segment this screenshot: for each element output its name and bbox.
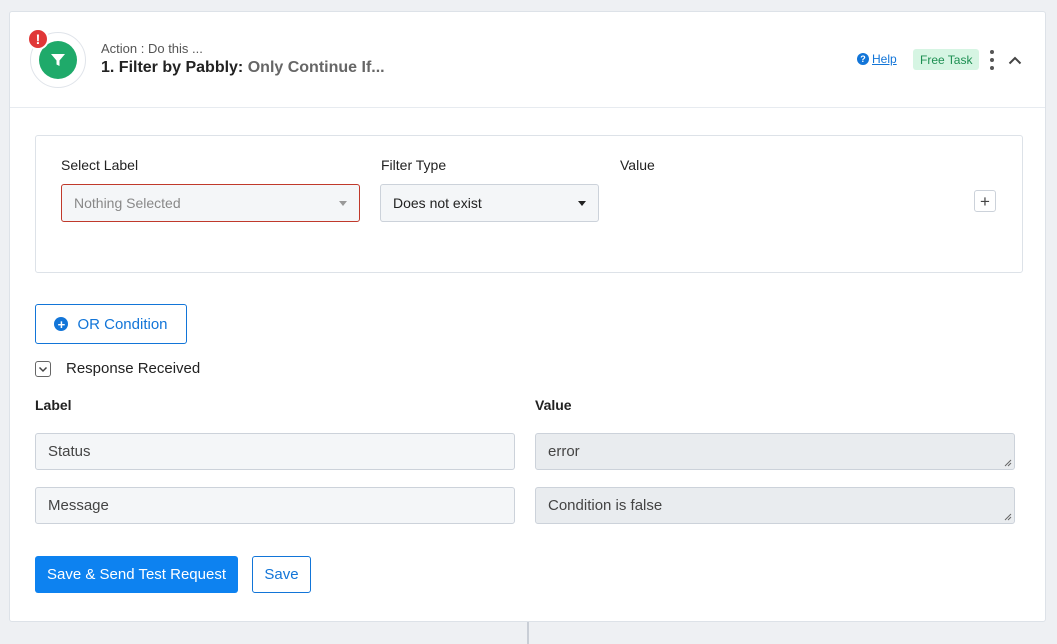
- step-title-event: Only Continue If...: [247, 59, 385, 76]
- action-label: Action : Do this ...: [101, 41, 203, 56]
- value-heading: Value: [620, 157, 655, 173]
- step-title-main: 1. Filter by Pabbly:: [101, 59, 244, 76]
- chevron-up-icon[interactable]: [1005, 50, 1025, 70]
- response-label-text: Status: [48, 443, 91, 460]
- action-step-card: ! Action : Do this ... 1. Filter by Pabb…: [9, 11, 1046, 622]
- plus-circle-icon: +: [54, 317, 69, 331]
- question-circle-icon: ?: [857, 53, 869, 65]
- select-label-value: Nothing Selected: [74, 195, 181, 211]
- filter-type-heading: Filter Type: [381, 157, 447, 173]
- filter-type-dropdown[interactable]: Does not exist: [380, 184, 599, 222]
- add-condition-button[interactable]: +: [974, 190, 996, 212]
- resize-grip-icon[interactable]: [1004, 459, 1012, 467]
- caret-down-icon: [339, 201, 347, 206]
- response-label-field[interactable]: Message: [35, 487, 515, 524]
- response-value-field[interactable]: Condition is false: [535, 487, 1015, 524]
- response-received-label: Response Received: [66, 360, 201, 377]
- response-label-field[interactable]: Status: [35, 433, 515, 470]
- response-value-text: error: [548, 443, 580, 460]
- chevron-down-icon[interactable]: [35, 361, 51, 377]
- select-label-heading: Select Label: [61, 157, 139, 173]
- response-label-text: Message: [48, 497, 109, 514]
- step-header[interactable]: ! Action : Do this ... 1. Filter by Pabb…: [10, 12, 1045, 108]
- exclamation-icon: !: [27, 28, 49, 50]
- select-label-dropdown[interactable]: Nothing Selected: [61, 184, 360, 222]
- kebab-menu-icon[interactable]: [987, 50, 997, 70]
- value-column-heading: Value: [535, 397, 572, 413]
- save-button[interactable]: Save: [252, 556, 311, 593]
- filter-condition-panel: Select Label Filter Type Value Nothing S…: [35, 135, 1023, 273]
- or-condition-button[interactable]: + OR Condition: [35, 304, 187, 344]
- help-label: Help: [872, 52, 897, 66]
- label-column-heading: Label: [35, 397, 72, 413]
- filter-type-value: Does not exist: [393, 195, 482, 211]
- resize-grip-icon[interactable]: [1004, 513, 1012, 521]
- or-condition-label: OR Condition: [77, 315, 168, 333]
- flow-connector-line: [527, 622, 529, 644]
- save-and-send-test-request-button[interactable]: Save & Send Test Request: [35, 556, 238, 593]
- response-value-field[interactable]: error: [535, 433, 1015, 470]
- caret-down-icon: [578, 201, 586, 206]
- help-link[interactable]: ? Help: [857, 52, 897, 66]
- step-title: 1. Filter by Pabbly: Only Continue If...: [101, 59, 385, 77]
- free-task-badge: Free Task: [913, 49, 980, 70]
- response-value-text: Condition is false: [548, 497, 663, 514]
